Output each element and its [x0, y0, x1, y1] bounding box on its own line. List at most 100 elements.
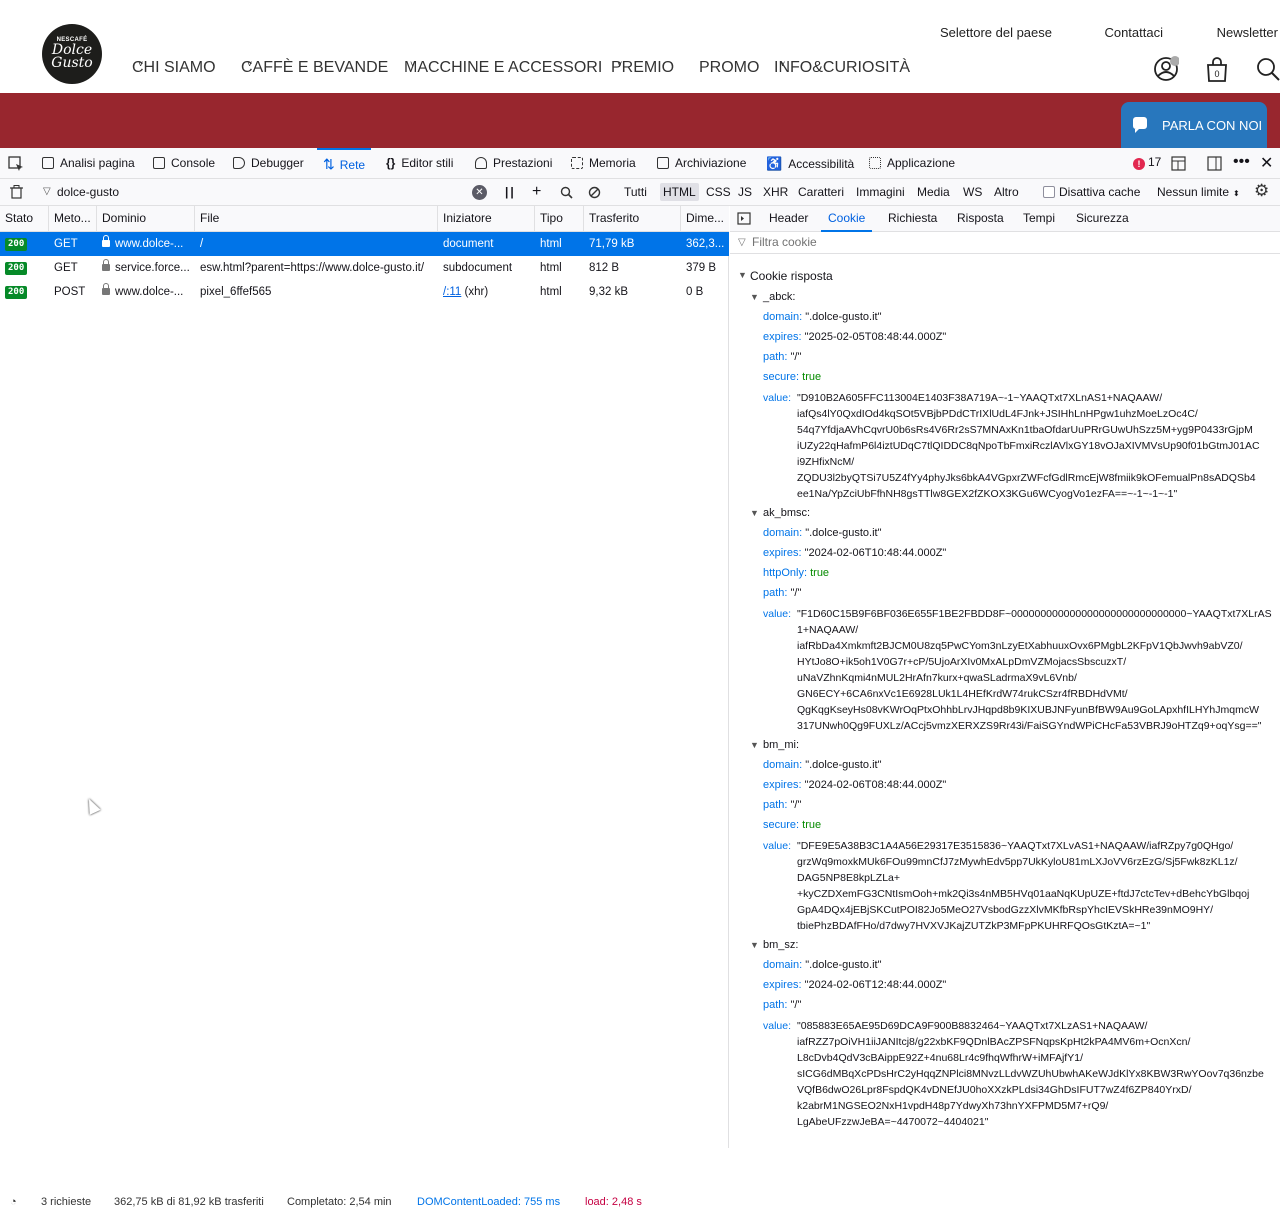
cookie-prop: path: "/"	[763, 587, 801, 599]
cookie-name: _abck:	[763, 291, 796, 303]
toggle-sidebar-icon[interactable]	[737, 212, 751, 225]
error-counter[interactable]: ! 17	[1133, 155, 1161, 170]
dock-icon[interactable]	[1207, 156, 1222, 171]
chevron-down-icon: ˅	[617, 59, 623, 69]
tab-application[interactable]: Applicazione	[869, 148, 955, 179]
column-size[interactable]: Dime...	[681, 206, 729, 231]
tab-accessibility[interactable]: ♿ Accessibilità	[766, 148, 854, 179]
initiator-extra: (xhr)	[464, 286, 489, 298]
disable-cache-checkbox[interactable]	[1043, 186, 1055, 198]
details-tab-timings[interactable]: Tempi	[1023, 206, 1055, 232]
tab-debugger[interactable]: Debugger	[233, 148, 304, 179]
expand-triangle-icon[interactable]: ▼	[750, 508, 759, 518]
pause-icon[interactable]: ||	[505, 179, 516, 205]
prop-key: domain:	[763, 311, 803, 323]
filter-funnel-icon: ▽	[43, 186, 51, 197]
cookie-filter-input[interactable]: ▽ Filtra cookie	[730, 232, 1280, 254]
table-row[interactable]: 200 GET service.force... esw.html?parent…	[0, 256, 729, 280]
nav-label: INFO&CURIOSITÀ	[774, 59, 911, 76]
type-filter-html[interactable]: HTML	[660, 183, 699, 201]
tab-label: Rete	[339, 158, 366, 172]
tab-storage[interactable]: Archiviazione	[657, 148, 746, 179]
newsletter-link[interactable]: Newsletter	[1217, 25, 1278, 40]
contact-link[interactable]: Contattaci	[1104, 25, 1163, 40]
column-transferred[interactable]: Trasferito	[584, 206, 681, 231]
cookie-prop: domain: ".dolce-gusto.it"	[763, 311, 882, 323]
details-tab-response[interactable]: Risposta	[957, 206, 1004, 232]
expand-triangle-icon[interactable]: ▼	[750, 292, 759, 302]
expand-triangle-icon[interactable]: ▼	[738, 270, 747, 280]
value-line: iafRbDa4Xmkmft2BJCM0U8zq5PwCYom3nLzyEtXa…	[797, 640, 1243, 652]
transferred-cell: 812 B	[589, 262, 620, 274]
prop-key: domain:	[763, 759, 803, 771]
timer-icon: ◔	[10, 1196, 17, 1208]
tab-style-editor[interactable]: {} Editor stili	[386, 148, 453, 179]
country-selector-link[interactable]: Selettore del paese	[940, 25, 1052, 40]
details-tab-headers[interactable]: Header	[769, 206, 808, 232]
initiator-link[interactable]: /:11	[443, 286, 461, 298]
type-filter-media[interactable]: Media	[914, 183, 953, 201]
trash-icon[interactable]	[10, 185, 23, 199]
value-line: iUZy22qHafmP6l4iztUDqC7tlQIDDC8qNpoTbFmx…	[797, 440, 1260, 452]
cart-icon[interactable]: 0	[1204, 56, 1230, 82]
type-filter-css[interactable]: CSS	[703, 183, 734, 201]
account-icon[interactable]	[1153, 56, 1179, 82]
type-filter-js[interactable]: JS	[735, 183, 755, 201]
type-filter-other[interactable]: Altro	[991, 183, 1022, 201]
network-arrows-icon: ⇅	[323, 156, 335, 172]
table-row[interactable]: 200 GET www.dolce-... / document html 71…	[0, 232, 729, 256]
settings-gear-icon[interactable]: ⚙	[1254, 181, 1269, 201]
details-tab-security[interactable]: Sicurezza	[1076, 206, 1129, 232]
lock-icon	[102, 235, 110, 247]
devtools-toolbar: Analisi pagina Console Debugger ⇅ Rete {}…	[0, 148, 1280, 179]
type-filter-xhr[interactable]: XHR	[760, 183, 791, 201]
add-filter-icon[interactable]: +	[532, 179, 541, 205]
nav-label: MACCHINE E ACCESSORI	[404, 59, 603, 76]
block-requests-icon[interactable]	[588, 186, 601, 199]
column-file[interactable]: File	[195, 206, 438, 231]
error-count-value: 17	[1148, 155, 1162, 169]
chat-button[interactable]: PARLA CON NOI	[1121, 102, 1267, 148]
type-filter-all[interactable]: Tutti	[621, 183, 650, 201]
column-method[interactable]: Meto...	[49, 206, 97, 231]
value-line: grzWq9moxkMUk6FOu99mnCfJ7zMywhEdv5pp7UkK…	[797, 856, 1238, 868]
value-line: LgAbeUFzzwJeBA=~4470072~4404021"	[797, 1116, 989, 1128]
value-line: i9ZHfixNcM/	[797, 456, 855, 468]
expand-triangle-icon[interactable]: ▼	[750, 940, 759, 950]
dolce-gusto-logo[interactable]: NESCAFÉ Dolce Gusto	[42, 24, 102, 84]
tab-inspector[interactable]: Analisi pagina	[42, 148, 135, 179]
search-requests-icon[interactable]	[560, 186, 573, 199]
close-devtools-icon[interactable]: ✕	[1260, 153, 1273, 173]
status-cell: 200	[0, 232, 49, 256]
value-line: iafRZZ7pOiVH1iiJANItcj8/g22xbKF9QDnlBAcZ…	[797, 1036, 1191, 1048]
tab-performance[interactable]: Prestazioni	[475, 148, 552, 179]
more-options-icon[interactable]: •••	[1233, 153, 1250, 171]
type-filter-ws[interactable]: WS	[960, 183, 985, 201]
expand-triangle-icon[interactable]: ▼	[750, 740, 759, 750]
logo-brand-top: NESCAFÉ	[56, 37, 88, 43]
table-row[interactable]: 200 POST www.dolce-... pixel_6ffef565 /:…	[0, 280, 729, 304]
performance-icon	[475, 157, 487, 169]
column-status[interactable]: Stato	[0, 206, 49, 231]
value-line: HYtJo8O+ik5oh1V0G7r+cP/5UjoArXIv0MxALpDm…	[797, 656, 1127, 668]
clear-filter-icon[interactable]: ✕	[472, 185, 487, 200]
tab-network[interactable]: ⇅ Rete	[317, 148, 372, 179]
element-picker-icon[interactable]	[8, 156, 24, 172]
details-tab-request[interactable]: Richiesta	[888, 206, 937, 232]
url-filter-input[interactable]: dolce-gusto	[57, 179, 457, 205]
value-line: 317UNwh0Qg9FUXLz/ACcj5vmzXERXZS9Rr43i/Fa…	[797, 720, 1262, 732]
column-type[interactable]: Tipo	[535, 206, 584, 231]
table-header: Stato Meto... Dominio File Iniziatore Ti…	[0, 206, 729, 232]
value-line: k2abrM1NGSEO2NxH1vpdH48p7YdwyXh73hnYXFPM…	[797, 1100, 1109, 1112]
column-initiator[interactable]: Iniziatore	[438, 206, 535, 231]
search-icon[interactable]	[1255, 56, 1280, 82]
type-filter-fonts[interactable]: Caratteri	[795, 183, 847, 201]
type-filter-images[interactable]: Immagini	[853, 183, 908, 201]
column-domain[interactable]: Dominio	[97, 206, 195, 231]
tab-memory[interactable]: Memoria	[571, 148, 636, 179]
split-console-icon[interactable]	[1171, 156, 1186, 171]
throttle-select[interactable]: Nessun limite ⬍	[1157, 179, 1240, 205]
throttle-value: Nessun limite	[1157, 185, 1230, 199]
tab-console[interactable]: Console	[153, 148, 215, 179]
details-tab-cookies[interactable]: Cookie	[821, 206, 873, 232]
